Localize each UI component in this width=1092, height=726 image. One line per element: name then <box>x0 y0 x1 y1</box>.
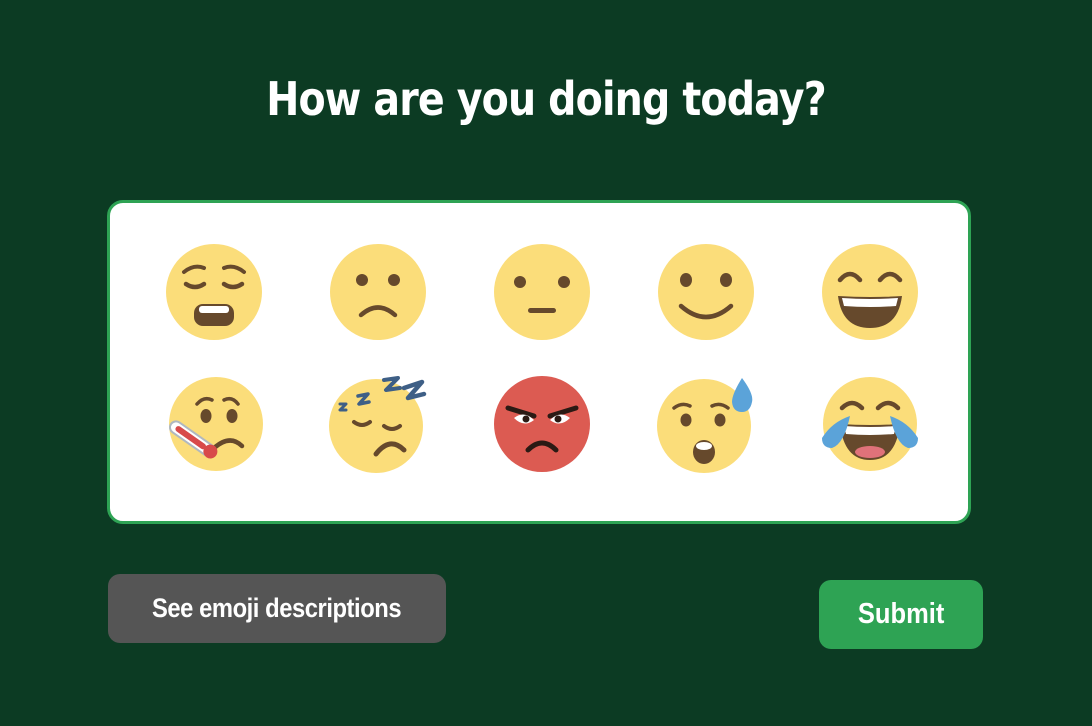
emoji-option-sad-sweat[interactable] <box>656 374 756 474</box>
emoji-option-frowning[interactable] <box>328 242 428 342</box>
see-emoji-descriptions-label: See emoji descriptions <box>152 593 402 623</box>
emoji-option-weary[interactable] <box>164 242 264 342</box>
tears-of-joy-face-icon <box>822 377 918 471</box>
emoji-option-tears-of-joy[interactable] <box>820 374 920 474</box>
emoji-panel <box>107 200 971 524</box>
weary-face-icon <box>166 244 262 340</box>
frowning-face-icon <box>330 244 426 340</box>
emoji-option-angry[interactable] <box>492 374 592 474</box>
face-with-thermometer-icon <box>168 377 263 471</box>
see-emoji-descriptions-button[interactable]: See emoji descriptions <box>108 574 446 643</box>
submit-button[interactable]: Submit <box>819 580 983 649</box>
neutral-face-icon <box>494 244 590 340</box>
submit-label: Submit <box>857 598 945 630</box>
sleeping-face-icon <box>329 376 427 473</box>
emoji-option-grinning[interactable] <box>820 242 920 342</box>
slightly-smiling-face-icon <box>658 244 754 340</box>
sad-sweat-face-icon <box>657 378 753 473</box>
emoji-option-neutral[interactable] <box>492 242 592 342</box>
emoji-option-thermometer[interactable] <box>164 374 264 474</box>
angry-face-icon <box>494 376 590 472</box>
grinning-squinting-face-icon <box>822 244 918 340</box>
emoji-option-smiling[interactable] <box>656 242 756 342</box>
emoji-option-sleeping[interactable] <box>328 374 428 474</box>
page-title: How are you doing today? <box>266 72 826 126</box>
